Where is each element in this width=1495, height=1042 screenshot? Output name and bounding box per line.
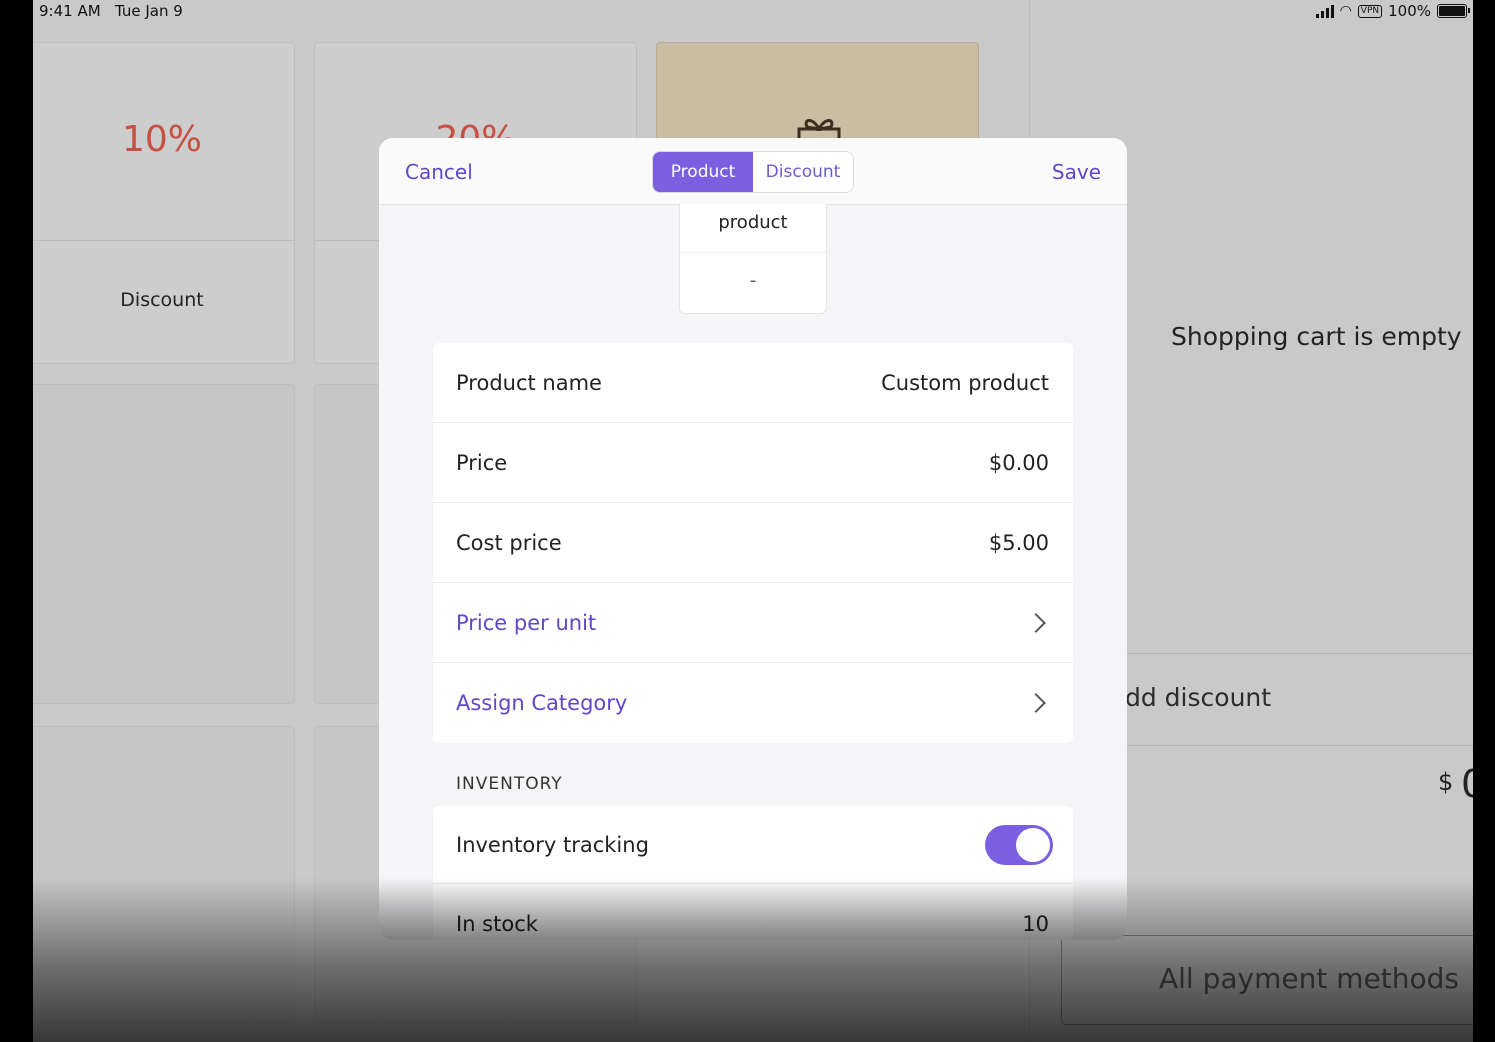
- row-label: Price per unit: [456, 610, 597, 635]
- preview-title: product: [718, 212, 788, 233]
- status-bar: 9:41 AM Tue Jan 9 ◠ VPN 100%: [33, 0, 1473, 24]
- chevron-right-icon: [1026, 612, 1046, 633]
- row-label: Inventory tracking: [456, 832, 649, 857]
- vpn-badge: VPN: [1357, 4, 1383, 18]
- cost-price-row[interactable]: Cost price $5.00: [433, 503, 1073, 583]
- tile-divider: [33, 240, 294, 241]
- product-name-value[interactable]: Custom product: [881, 371, 1049, 395]
- mode-segmented-control: Product Discount: [652, 151, 854, 193]
- empty-tile: [33, 726, 295, 1026]
- price-row[interactable]: Price $0.00: [433, 423, 1073, 503]
- modal-header: Cancel Product Discount Save: [379, 138, 1127, 205]
- total-value: 0: [1461, 762, 1473, 806]
- tile-value: 10%: [121, 119, 202, 160]
- row-label: Product name: [456, 370, 602, 395]
- inventory-section-title: INVENTORY: [456, 774, 563, 794]
- battery-percent: 100%: [1388, 2, 1431, 20]
- custom-product-modal: Cancel Product Discount Save product - P…: [379, 138, 1127, 940]
- preview-divider: [680, 252, 826, 253]
- status-indicators: ◠ VPN 100%: [1315, 2, 1470, 20]
- wifi-icon: ◠: [1339, 3, 1352, 19]
- product-preview: product -: [679, 204, 827, 314]
- row-label: In stock: [456, 912, 538, 936]
- tab-discount[interactable]: Discount: [753, 152, 853, 192]
- product-details-card: Product name Custom product Price $0.00 …: [433, 343, 1073, 743]
- price-value[interactable]: $0.00: [989, 451, 1049, 475]
- row-label: Assign Category: [456, 691, 628, 715]
- cost-price-value[interactable]: $5.00: [989, 531, 1049, 555]
- cart-empty-message: Shopping cart is empty: [1171, 322, 1462, 351]
- payment-methods-label: All payment methods: [1159, 962, 1459, 995]
- tile-label: Discount: [120, 289, 204, 311]
- signal-icon: [1315, 4, 1334, 18]
- price-per-unit-row[interactable]: Price per unit: [433, 583, 1073, 663]
- empty-tile: [33, 384, 295, 704]
- inventory-tracking-toggle[interactable]: [985, 824, 1053, 865]
- chevron-right-icon: [1026, 693, 1046, 713]
- inventory-tracking-row: Inventory tracking: [433, 806, 1073, 884]
- row-label: Cost price: [456, 530, 562, 555]
- cart-divider: [1103, 745, 1473, 746]
- cart-divider: [1103, 653, 1473, 654]
- inventory-card: Inventory tracking In stock 10: [433, 806, 1073, 940]
- stock-value[interactable]: 10: [1022, 912, 1049, 936]
- tab-product[interactable]: Product: [653, 152, 753, 192]
- preview-value: -: [749, 270, 757, 291]
- status-time: 9:41 AM Tue Jan 9: [39, 2, 183, 20]
- row-label: Price: [456, 450, 508, 475]
- app-screen: 9:41 AM Tue Jan 9 ◠ VPN 100% 10% Discoun…: [33, 0, 1473, 1042]
- product-name-row[interactable]: Product name Custom product: [433, 343, 1073, 423]
- battery-icon: [1437, 4, 1470, 18]
- assign-category-row[interactable]: Assign Category: [433, 663, 1073, 743]
- add-discount-button[interactable]: dd discount: [1125, 683, 1271, 712]
- cancel-button[interactable]: Cancel: [405, 160, 473, 184]
- discount-tile-10[interactable]: 10% Discount: [33, 42, 295, 364]
- in-stock-row[interactable]: In stock 10: [433, 884, 1073, 940]
- save-button[interactable]: Save: [1052, 160, 1101, 184]
- total-currency: $: [1438, 768, 1454, 796]
